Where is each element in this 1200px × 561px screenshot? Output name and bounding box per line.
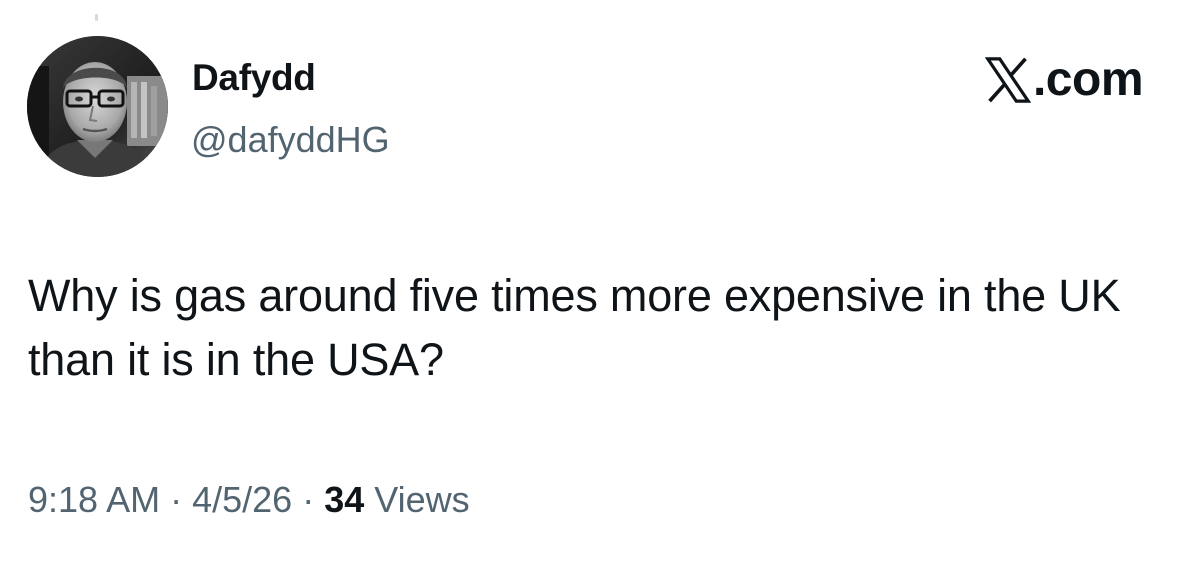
site-logo[interactable]: .com bbox=[984, 52, 1144, 108]
screenshot-artifact bbox=[95, 14, 98, 21]
author-avatar[interactable] bbox=[27, 36, 168, 177]
tweet-date[interactable]: 4/5/26 bbox=[192, 479, 292, 520]
meta-separator: · bbox=[170, 479, 183, 520]
tweet-text: Why is gas around five times more expens… bbox=[28, 270, 1121, 385]
tweet-time[interactable]: 9:18 AM bbox=[28, 479, 160, 520]
profile-photo-avatar-icon bbox=[27, 36, 168, 177]
views-count[interactable]: 34 bbox=[324, 479, 364, 520]
views-label: Views bbox=[374, 479, 470, 520]
x-logo-icon bbox=[984, 57, 1031, 103]
tweet-meta: 9:18 AM · 4/5/26 · 34 Views bbox=[28, 476, 470, 524]
site-tld-text: .com bbox=[1032, 53, 1144, 106]
author-display-name[interactable]: Dafydd bbox=[192, 56, 316, 100]
author-handle[interactable]: @dafyddHG bbox=[191, 118, 390, 162]
meta-separator: · bbox=[302, 479, 315, 520]
tweet-card: Dafydd @dafyddHG .com Why is gas around … bbox=[0, 0, 1200, 561]
